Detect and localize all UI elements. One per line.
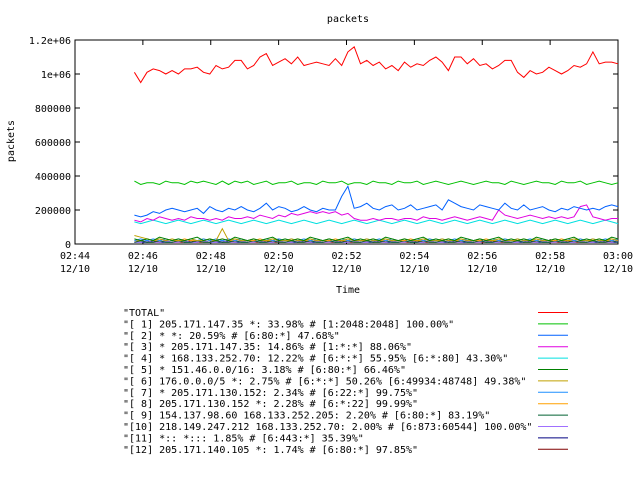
series-line (134, 204, 618, 223)
chart-title: packets (327, 14, 369, 25)
x-tick-date-label: 12/10 (399, 264, 429, 275)
x-tick-time-label: 02:46 (128, 251, 158, 262)
x-tick-date-label: 12/10 (196, 264, 226, 275)
legend-label: "[ 4] * 168.133.252.70: 12.22% # [6:*:*]… (123, 354, 508, 365)
series-line (134, 236, 619, 242)
y-tick-label: 800000 (35, 104, 71, 115)
x-axis-label: Time (336, 285, 360, 296)
series-line (134, 219, 619, 225)
x-tick-time-label: 02:50 (264, 251, 294, 262)
y-tick-label: 1e+06 (41, 70, 71, 81)
legend-label: "[ 8] 205.171.130.152 *: 2.28% # [6:*:22… (123, 399, 418, 410)
x-tick-date-label: 12/10 (60, 264, 90, 275)
x-tick-date-label: 12/10 (603, 264, 633, 275)
x-tick-time-label: 02:52 (331, 251, 361, 262)
legend-label: "[ 9] 154.137.98.60 168.133.252.205: 2.2… (123, 411, 490, 422)
x-tick-date-label: 12/10 (535, 264, 565, 275)
legend-label: "[ 7] * 205.171.130.152: 2.34% # [6:22:*… (123, 388, 418, 399)
legend-label: "[11] *:: *::: 1.85% # [6:443:*] 35.39%" (123, 433, 364, 444)
x-tick-date-label: 12/10 (467, 264, 497, 275)
x-tick-time-label: 02:44 (60, 251, 90, 262)
series-line (134, 227, 619, 242)
x-tick-time-label: 02:56 (467, 251, 497, 262)
x-tick-time-label: 02:48 (196, 251, 226, 262)
series-line (134, 180, 619, 186)
x-tick-date-label: 12/10 (331, 264, 361, 275)
legend-label: "[ 1] 205.171.147.35 *: 33.98% # [1:2048… (123, 319, 454, 330)
series-line (133, 45, 619, 84)
legend-label: "[ 5] * 151.46.0.0/16: 3.18% # [6:80:*] … (123, 365, 406, 376)
y-tick-label: 400000 (35, 172, 71, 183)
y-tick-label: 600000 (35, 138, 71, 149)
legend: "TOTAL""[ 1] 205.171.147.35 *: 33.98% # … (123, 308, 568, 456)
x-tick-date-label: 12/10 (264, 264, 294, 275)
packets-chart: packets packets Time 0 200000 400000 600000… (6, 14, 633, 456)
y-axis-label: packets (6, 120, 17, 162)
legend-label: "TOTAL" (123, 308, 165, 319)
x-tick-time-label: 02:54 (399, 251, 429, 262)
x-tick-time-label: 02:58 (535, 251, 565, 262)
x-tick-time-label: 03:00 (603, 251, 633, 262)
legend-label: "[10] 218.149.247.212 168.133.252.70: 2.… (123, 422, 532, 433)
legend-label: "[12] 205.171.140.105 *: 1.74% # [6:80:*… (123, 445, 418, 456)
series-lines (133, 45, 619, 243)
y-tick-label: 1.2e+06 (29, 36, 71, 47)
legend-label: "[ 2] * *: 20.59% # [6:80:*] 47.68%" (123, 331, 340, 342)
y-tick-label: 200000 (35, 206, 71, 217)
y-tick-label: 0 (65, 240, 71, 251)
x-tick-date-label: 12/10 (128, 264, 158, 275)
series-line (134, 184, 619, 218)
legend-label: "[ 3] * 205.171.147.35: 14.86% # [1:*:*]… (123, 342, 412, 353)
legend-label: "[ 6] 176.0.0.0/5 *: 2.75% # [6:*:*] 50.… (123, 376, 526, 387)
